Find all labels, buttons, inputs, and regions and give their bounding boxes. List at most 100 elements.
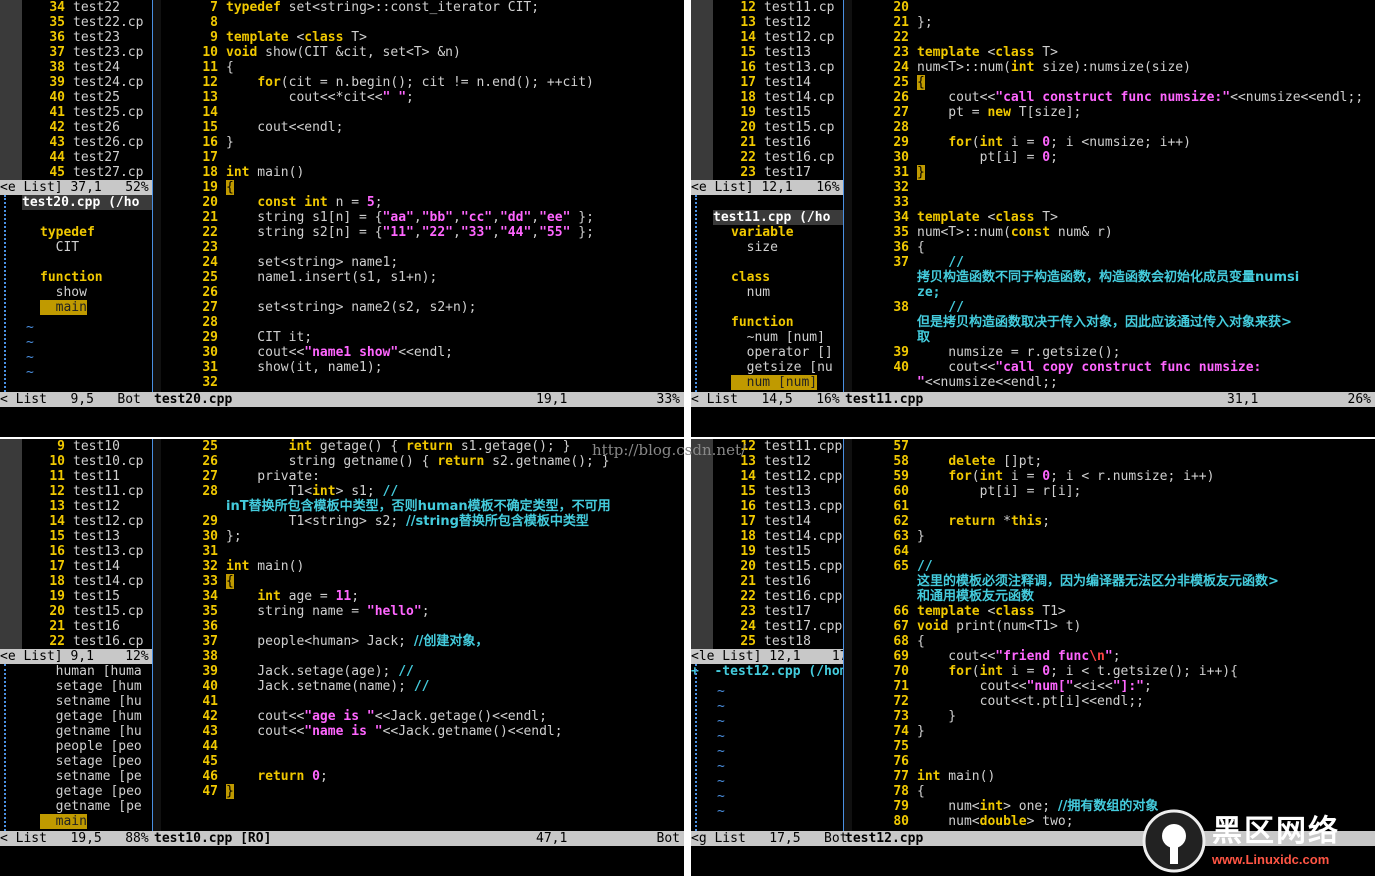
list-item[interactable]: 19 test15 [0, 589, 152, 604]
list-item[interactable]: 17 test14 [691, 514, 843, 529]
list-item[interactable]: 14 test12.cp [0, 514, 152, 529]
code-line[interactable]: 63} [851, 529, 1375, 544]
taglist-entry[interactable]: getname [hu [40, 724, 142, 739]
code-line[interactable]: 7 typedef set<string>::const_iterator CIT… [160, 0, 684, 15]
code-line[interactable]: 58 delete []pt; [851, 454, 1375, 469]
code-line[interactable]: 32 [160, 375, 684, 390]
list-item[interactable]: 38 test24 [0, 60, 152, 75]
code-line[interactable]: 72 cout<<t.pt[i]<<endl;; [851, 694, 1375, 709]
list-item[interactable]: 18 test14.cpp [691, 529, 843, 544]
list-item[interactable]: 21 test16 [691, 574, 843, 589]
code-line[interactable]: 29 T1<string> s2; //string替换所包含模板中类型 [160, 514, 684, 529]
code-line[interactable]: 取 [851, 330, 1375, 345]
taglist-entry[interactable]: function [731, 315, 794, 330]
code-line[interactable]: 25 { [851, 75, 1375, 90]
code-line[interactable]: 19 { [160, 180, 684, 195]
code-line[interactable]: 60 pt[i] = r[i]; [851, 484, 1375, 499]
list-item[interactable]: 21 test16 [0, 619, 152, 634]
code-line[interactable]: 28 [160, 315, 684, 330]
list-item[interactable]: 16 test13.cpp [691, 499, 843, 514]
code-line[interactable]: 70 for(int i = 0; i < t.getsize(); i++){ [851, 664, 1375, 679]
list-item[interactable]: 18 test14.cp [691, 90, 843, 105]
code-line[interactable]: 15 cout<<endl; [160, 120, 684, 135]
list-item[interactable]: 16 test13.cp [691, 60, 843, 75]
code-line[interactable]: 13 cout<<*cit<<" "; [160, 90, 684, 105]
code-line[interactable]: 28 [851, 120, 1375, 135]
taglist-entry[interactable]: getname [pe [40, 799, 142, 814]
code-line[interactable]: 10 void show(CIT &cit, set<T> &n) [160, 45, 684, 60]
list-item[interactable]: 39 test24.cp [0, 75, 152, 90]
code-line[interactable]: 9 template <class T> [160, 30, 684, 45]
taglist-entry[interactable]: function [40, 270, 103, 285]
code-line[interactable]: 24 num<T>::num(int size):numsize(size) [851, 60, 1375, 75]
code-line[interactable]: 31 [160, 544, 684, 559]
taglist-entry[interactable]: setage [hum [40, 679, 142, 694]
code-line[interactable]: 30 cout<<"name1 show"<<endl; [160, 345, 684, 360]
taglist-header[interactable]: test20.cpp (/ho [22, 195, 152, 210]
code-line[interactable]: 20 const int n = 5; [160, 195, 684, 210]
list-item[interactable]: 20 test15.cp [0, 604, 152, 619]
code-line[interactable]: 39 numsize = r.getsize(); [851, 345, 1375, 360]
taglist-header[interactable]: test11.cpp (/ho [713, 210, 843, 225]
code-line[interactable]: 76 [851, 754, 1375, 769]
code-line[interactable]: 26 [160, 285, 684, 300]
code-line[interactable]: 和通用模板友元函数 [851, 589, 1375, 604]
code-line[interactable]: 75 [851, 739, 1375, 754]
list-item[interactable]: 9 test10 [0, 439, 152, 454]
code-line[interactable]: 33 [851, 195, 1375, 210]
code-line[interactable]: 17 [160, 150, 684, 165]
code-line[interactable]: 34 template <class T> [851, 210, 1375, 225]
code-line[interactable]: 41 [160, 694, 684, 709]
code-line[interactable]: 30 pt[i] = 0; [851, 150, 1375, 165]
list-item[interactable]: 43 test26.cp [0, 135, 152, 150]
list-item[interactable]: 12 test11.cp [0, 484, 152, 499]
code-line[interactable]: 11 { [160, 60, 684, 75]
list-item[interactable]: 21 test16 [691, 135, 843, 150]
list-item[interactable]: 36 test23 [0, 30, 152, 45]
list-item[interactable]: 17 test14 [691, 75, 843, 90]
code-line[interactable]: 57 [851, 439, 1375, 454]
list-item[interactable]: 18 test14.cp [0, 574, 152, 589]
taglist-entry[interactable]: size [731, 240, 778, 255]
taglist-entry[interactable]: variable [731, 225, 794, 240]
code-line[interactable]: 8 [160, 15, 684, 30]
list-item[interactable]: 22 test16.cp [0, 634, 152, 649]
taglist-entry[interactable]: people [peo [40, 739, 142, 754]
code-line[interactable]: 23 [160, 240, 684, 255]
list-item[interactable]: 13 test12 [691, 15, 843, 30]
code-line[interactable]: 25 name1.insert(s1, s1+n); [160, 270, 684, 285]
code-line[interactable]: 31} [851, 165, 1375, 180]
code-line[interactable]: 66 template <class T1> [851, 604, 1375, 619]
taglist-entry[interactable]: num [731, 285, 771, 300]
list-item[interactable]: 35 test22.cp [0, 15, 152, 30]
code-line[interactable]: 27 pt = new T[size]; [851, 105, 1375, 120]
taglist-entry[interactable]: operator [] [731, 345, 833, 360]
list-item[interactable]: 19 test15 [691, 544, 843, 559]
code-line[interactable]: 37 people<human> Jack; //创建对象， [160, 634, 684, 649]
code-line[interactable]: 65 // [851, 559, 1375, 574]
code-line[interactable]: 61 [851, 499, 1375, 514]
taglist-entry[interactable]: getsize [nu [731, 360, 833, 375]
code-line[interactable]: 78 { [851, 784, 1375, 799]
code-line[interactable]: 33 { [160, 574, 684, 589]
code-line[interactable]: 这里的模板必须注释调，因为编译器无法区分非模板友元函数> [851, 574, 1375, 589]
code-line[interactable]: 59 for(int i = 0; i < r.numsize; i++) [851, 469, 1375, 484]
code-line[interactable]: 29 CIT it; [160, 330, 684, 345]
code-line[interactable]: 45 [160, 754, 684, 769]
code-line[interactable]: 30}; [160, 529, 684, 544]
code-line[interactable]: 42 cout<<"age is "<<Jack.getage()<<endl; [160, 709, 684, 724]
list-item[interactable]: 14 test12.cp [691, 30, 843, 45]
code-line[interactable]: 29 for(int i = 0; i <numsize; i++) [851, 135, 1375, 150]
code-editor[interactable]: 25 int getage() { return s1.getage(); } 2… [160, 439, 684, 831]
code-line[interactable]: 20 [851, 0, 1375, 15]
code-line[interactable]: 34 int age = 11; [160, 589, 684, 604]
list-item[interactable]: 44 test27 [0, 150, 152, 165]
code-line[interactable]: 32 int main() [160, 559, 684, 574]
code-line[interactable]: 21 string s1[n] = {"aa","bb","cc","dd","… [160, 210, 684, 225]
code-line[interactable]: 67 void print(num<T1> t) [851, 619, 1375, 634]
vim-pane-tr[interactable]: 12 test11.cp 13 test12 14 test12.cp 15 test13 16… [691, 0, 1375, 437]
taglist-header[interactable]: + -test12.cpp (/hom [691, 664, 848, 679]
code-line[interactable]: 39 Jack.setage(age); // [160, 664, 684, 679]
code-line[interactable]: 23 template <class T> [851, 45, 1375, 60]
code-line[interactable]: 12 for(cit = n.begin(); cit != n.end(); … [160, 75, 684, 90]
